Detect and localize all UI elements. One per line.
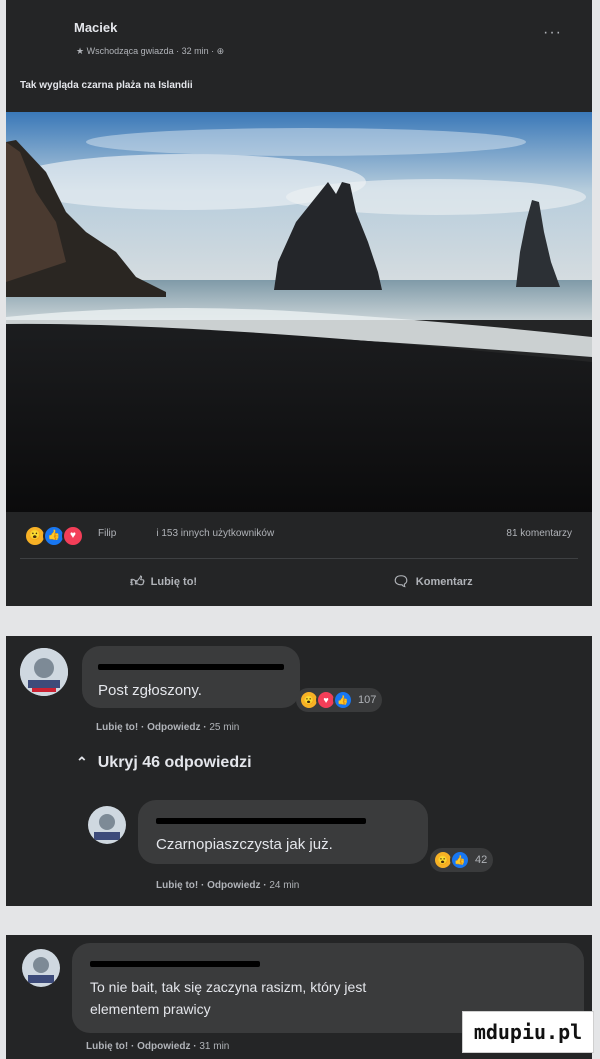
reply-like-link[interactable]: Lubię to! <box>156 880 198 891</box>
redacted-name <box>156 818 366 824</box>
reply-actions: Lubię to! · Odpowiedz · 24 min <box>156 880 300 891</box>
redacted-name <box>98 664 284 670</box>
comment-time: 25 min <box>209 722 240 733</box>
comment-like-link[interactable]: Lubię to! <box>96 722 138 733</box>
post-meta: ★ Wschodząca gwiazda · 32 min · ⊕ <box>76 46 224 57</box>
reply-avatar[interactable] <box>88 806 126 844</box>
reaction-icons[interactable]: 😮 👍 ♥ <box>24 525 84 547</box>
reply-reaction-count: 42 <box>475 854 488 866</box>
redacted-name <box>90 961 260 967</box>
reply-reactions[interactable]: 😮 👍 42 <box>430 848 494 872</box>
like-label: Lubię to! <box>150 575 198 588</box>
divider <box>20 558 578 559</box>
hide-replies-label: Ukryj 46 odpowiedzi <box>97 754 252 771</box>
comment-reply-link[interactable]: Odpowiedz <box>137 1041 190 1052</box>
like-reaction: 👍 <box>450 850 470 870</box>
star-icon: ★ <box>76 46 87 56</box>
comment-actions: Lubię to! · Odpowiedz · 31 min <box>86 1041 230 1052</box>
comment-actions: Lubię to! · Odpowiedz · 25 min <box>96 722 240 733</box>
comment-time: 31 min <box>199 1041 230 1052</box>
comment-reply-link[interactable]: Odpowiedz <box>147 722 200 733</box>
avatar[interactable] <box>20 648 68 696</box>
hide-replies-toggle[interactable]: ⌃ Ukryj 46 odpowiedzi <box>76 754 252 772</box>
post-author[interactable]: Maciek <box>74 20 117 35</box>
love-reaction: ♥ <box>62 525 84 547</box>
reply-bubble <box>138 800 428 864</box>
like-reaction: 👍 <box>333 690 353 710</box>
reply-text: Czarnopiaszczysta jak już. <box>156 836 333 853</box>
post-text: Tak wygląda czarna plaża na Islandii <box>20 80 193 91</box>
comment-thread: Post zgłoszony. 😮 ♥ 👍 107 Lubię to! · Od… <box>6 636 592 906</box>
reaction-names[interactable]: Filip i 153 innych użytkowników <box>98 528 274 539</box>
avatar[interactable] <box>22 949 60 987</box>
comment-reactions[interactable]: 😮 ♥ 👍 107 <box>296 688 383 712</box>
thumbs-up-icon: 👍︎ <box>130 573 145 589</box>
comment-reaction-count: 107 <box>358 694 377 706</box>
comment-like-link[interactable]: Lubię to! <box>86 1041 128 1052</box>
chevron-up-icon: ⌃ <box>76 754 88 770</box>
more-icon[interactable]: ··· <box>543 24 562 42</box>
comment-icon: 🗨︎ <box>392 573 410 589</box>
post-card: Maciek ★ Wschodząca gwiazda · 32 min · ⊕… <box>6 0 592 606</box>
reaction-name: Filip <box>98 528 117 539</box>
comments-count[interactable]: 81 komentarzy <box>506 528 572 539</box>
comment-button[interactable]: 🗨︎ Komentarz <box>392 573 473 590</box>
comment-text-line1: To nie bait, tak się zaczyna rasizm, któ… <box>90 979 367 995</box>
like-button[interactable]: 👍︎ Lubię to! <box>130 573 197 590</box>
post-photo[interactable] <box>6 112 592 512</box>
comment-label: Komentarz <box>415 575 473 588</box>
post-meta-text: Wschodząca gwiazda · 32 min · <box>86 46 217 56</box>
comment-text: Post zgłoszony. <box>98 682 202 699</box>
reply-time: 24 min <box>269 880 300 891</box>
reply-reply-link[interactable]: Odpowiedz <box>207 880 260 891</box>
reaction-others: i 153 innych użytkowników <box>156 528 275 539</box>
comment-text-line2: elementem prawicy <box>90 1001 211 1017</box>
watermark-logo: mdupiu.pl <box>462 1011 594 1053</box>
globe-icon: ⊕ <box>216 46 225 56</box>
